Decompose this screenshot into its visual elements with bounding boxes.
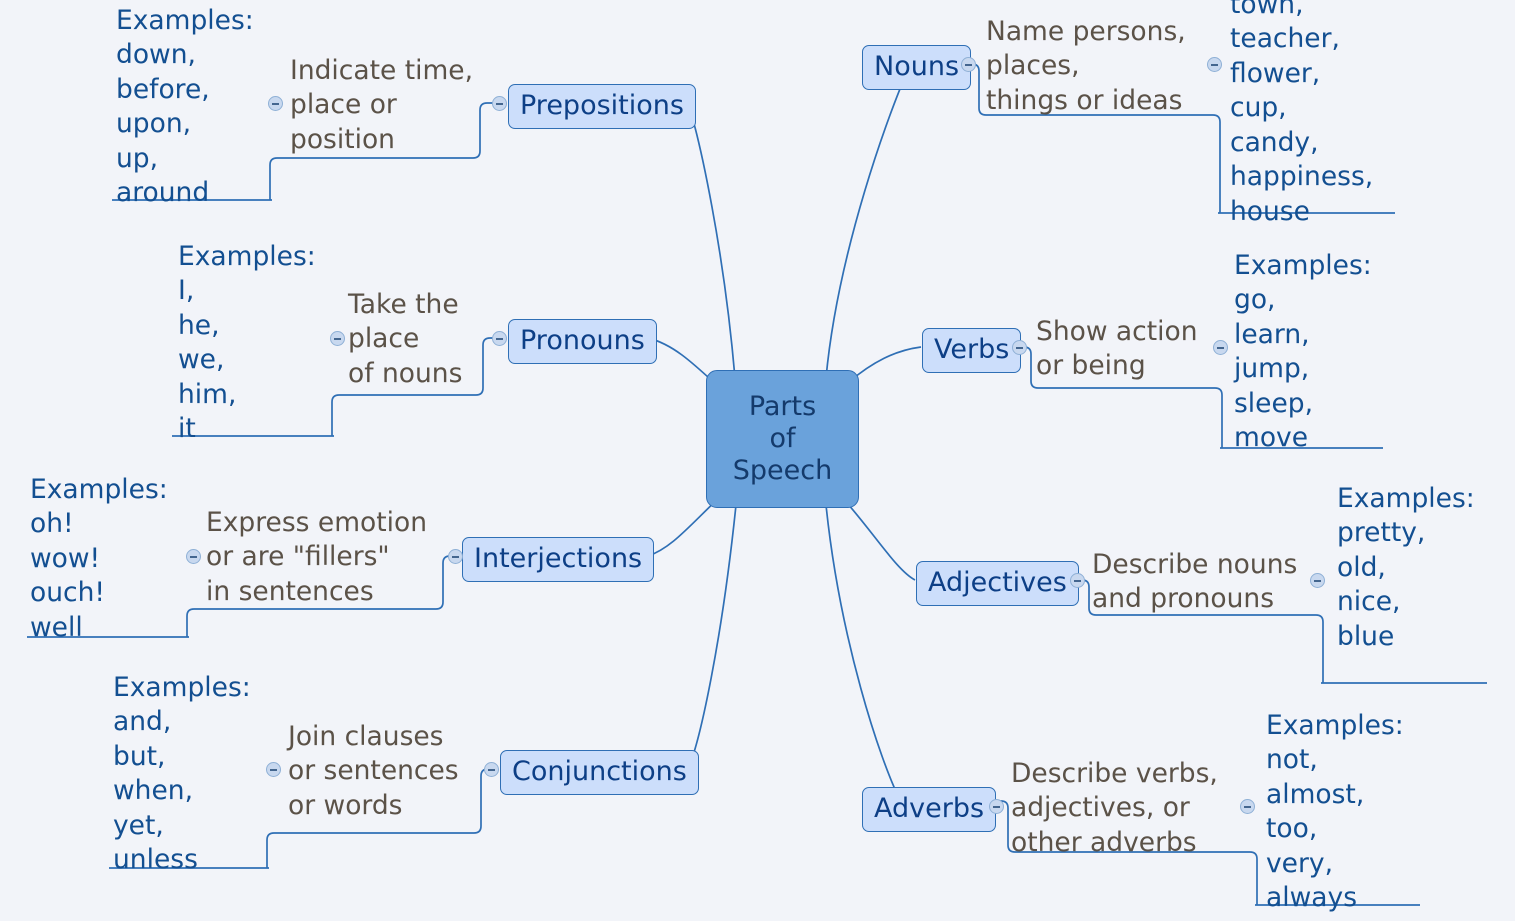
- toggle-adjectives-icon[interactable]: [1070, 573, 1085, 588]
- desc-verbs: Show action or being: [1036, 316, 1198, 382]
- desc-adverbs: Describe verbs, adjectives, or other adv…: [1011, 758, 1218, 858]
- desc-conjunctions: Join clauses or sentences or words: [288, 721, 459, 821]
- node-interjections[interactable]: Interjections: [462, 537, 655, 582]
- examples-verbs: Examples: go, learn, jump, sleep, move: [1234, 250, 1372, 454]
- examples-nouns: town, teacher, flower, cup, candy, happi…: [1230, 0, 1374, 227]
- toggle-nouns-desc-icon[interactable]: [1207, 57, 1222, 72]
- examples-prepositions: Examples: down, before, upon, up, around: [116, 5, 254, 209]
- wire-center-nouns: [825, 69, 909, 379]
- toggle-verbs-icon[interactable]: [1012, 340, 1027, 355]
- toggle-adverbs-desc-icon[interactable]: [1240, 799, 1255, 814]
- node-nouns[interactable]: Nouns: [862, 45, 972, 90]
- node-verbs[interactable]: Verbs: [922, 328, 1022, 373]
- toggle-verbs-desc-icon[interactable]: [1213, 340, 1228, 355]
- desc-prepositions: Indicate time, place or position: [290, 55, 474, 155]
- wire-center-conjunctions: [687, 504, 737, 770]
- examples-conjunctions: Examples: and, but, when, yet, unless: [113, 672, 251, 876]
- examples-pronouns: Examples: I, he, we, him, it: [178, 241, 316, 445]
- toggle-prepositions-icon[interactable]: [492, 96, 507, 111]
- toggle-pronouns-desc-icon[interactable]: [330, 331, 345, 346]
- toggle-adverbs-icon[interactable]: [989, 799, 1004, 814]
- desc-pronouns: Take the place of nouns: [348, 289, 463, 389]
- toggle-adjectives-desc-icon[interactable]: [1310, 573, 1325, 588]
- node-pronouns[interactable]: Pronouns: [508, 319, 657, 364]
- toggle-interjections-icon[interactable]: [448, 549, 463, 564]
- examples-adjectives: Examples: pretty, old, nice, blue: [1337, 483, 1475, 652]
- wire-center-adjectives: [839, 494, 916, 581]
- center-label-line-1: Parts: [748, 391, 817, 423]
- center-label-line-2: of: [769, 423, 796, 455]
- node-prepositions[interactable]: Prepositions: [508, 84, 696, 129]
- node-conjunctions[interactable]: Conjunctions: [500, 750, 699, 795]
- examples-interjections: Examples: oh! wow! ouch! well: [30, 474, 168, 643]
- node-adjectives[interactable]: Adjectives: [916, 561, 1079, 606]
- toggle-conjunctions-icon[interactable]: [484, 762, 499, 777]
- toggle-nouns-icon[interactable]: [961, 57, 976, 72]
- desc-nouns: Name persons, places, things or ideas: [986, 16, 1186, 116]
- center-node-parts-of-speech[interactable]: Parts of Speech: [706, 370, 859, 508]
- wire-center-prepositions: [687, 102, 736, 379]
- node-adverbs[interactable]: Adverbs: [862, 787, 997, 832]
- toggle-prepositions-desc-icon[interactable]: [268, 96, 283, 111]
- desc-adjectives: Describe nouns and pronouns: [1092, 549, 1298, 615]
- mind-map-canvas: Parts of Speech Prepositions Indicate ti…: [0, 0, 1515, 921]
- center-label-line-3: Speech: [732, 454, 833, 486]
- wire-center-adverbs: [825, 504, 901, 801]
- examples-adverbs: Examples: not, almost, too, very, always: [1266, 710, 1404, 914]
- desc-interjections: Express emotion or are "fillers" in sent…: [206, 507, 427, 607]
